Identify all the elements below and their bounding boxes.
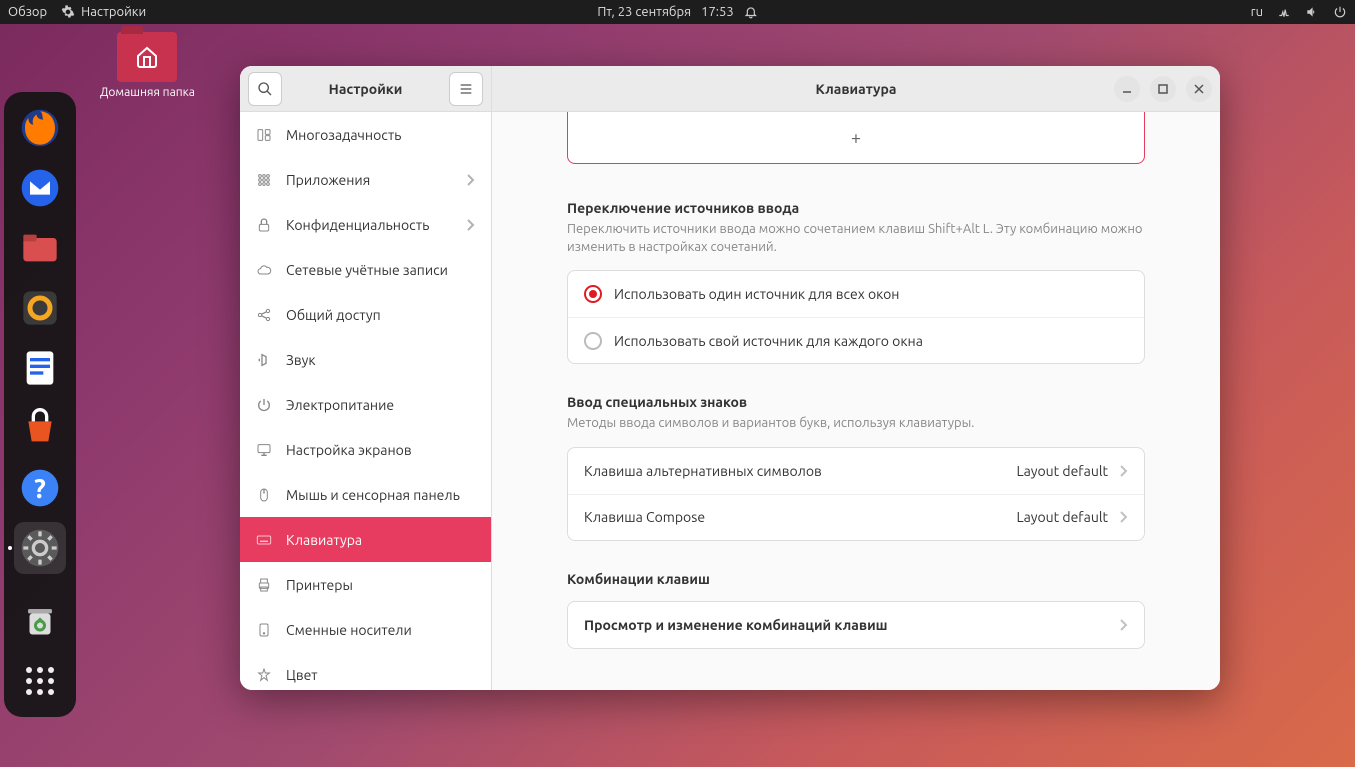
alternate-chars-row[interactable]: Клавиша альтернативных символов Layout d… [568,448,1144,494]
media-icon [256,622,272,638]
radio-icon [584,332,602,350]
dock-software[interactable] [14,402,66,454]
sidebar-item-mouse[interactable]: Мышь и сенсорная панель [240,472,491,517]
settings-icon [61,5,75,19]
keyboard-layout-indicator[interactable]: ru [1251,5,1263,19]
cloud-icon [256,262,272,278]
dock-libreoffice[interactable] [14,342,66,394]
app-menu-label: Настройки [81,5,146,19]
chevron-right-icon [1118,510,1128,524]
printer-icon [256,577,272,593]
sidebar-item-sound[interactable]: Звук [240,337,491,382]
sidebar-item-color[interactable]: Цвет [240,652,491,690]
top-panel: Обзор Настройки Пт, 23 сентября 17:53 ru [0,0,1355,24]
settings-window: Настройки МногозадачностьПриложенияКонфи… [240,66,1220,690]
app-menu[interactable]: Настройки [61,5,146,19]
dock-show-apps[interactable] [14,655,66,707]
dock-rhythmbox[interactable] [14,282,66,334]
sidebar-item-keyboard[interactable]: Клавиатура [240,517,491,562]
dock-firefox[interactable] [14,102,66,154]
radio-per-window[interactable]: Использовать свой источник для каждого о… [568,317,1144,363]
maximize-button[interactable] [1150,76,1176,102]
bell-icon [744,5,758,19]
sidebar-item-power[interactable]: Электропитание [240,382,491,427]
network-icon[interactable] [1277,5,1291,19]
color-icon [256,667,272,683]
multitask-icon [256,127,272,143]
dock-thunderbird[interactable] [14,162,66,214]
sound-icon [256,352,272,368]
display-icon [256,442,272,458]
minimize-button[interactable] [1114,76,1140,102]
close-button[interactable] [1186,76,1212,102]
chevron-right-icon [465,173,475,187]
view-shortcuts-row[interactable]: Просмотр и изменение комбинаций клавиш [568,602,1144,648]
input-switch-subtitle: Переключить источники ввода можно сочета… [567,220,1145,256]
radio-same-source[interactable]: Использовать один источник для всех окон [568,271,1144,317]
sidebar-item-media[interactable]: Сменные носители [240,607,491,652]
sidebar-item-apps[interactable]: Приложения [240,157,491,202]
chevron-right-icon [465,218,475,232]
add-input-source-button[interactable]: + [567,112,1145,164]
power-icon [256,397,272,413]
chevron-right-icon [1118,618,1128,632]
keyboard-icon [256,532,272,548]
power-icon[interactable] [1333,5,1347,19]
chevron-right-icon [1118,464,1128,478]
dock-trash[interactable] [14,595,66,647]
search-icon [257,81,273,97]
sidebar-item-display[interactable]: Настройка экранов [240,427,491,472]
sidebar-item-lock[interactable]: Конфиденциальность [240,202,491,247]
special-chars-subtitle: Методы ввода символов и вариантов букв, … [567,414,1145,432]
input-switch-heading: Переключение источников ввода [567,200,1145,216]
special-chars-heading: Ввод специальных знаков [567,394,1145,410]
lock-icon [256,217,272,233]
svg-text:?: ? [34,474,46,504]
volume-icon[interactable] [1305,5,1319,19]
home-folder-desktop[interactable]: Домашняя папка [100,32,195,99]
clock[interactable]: Пт, 23 сентября 17:53 [597,5,757,19]
search-button[interactable] [248,72,282,106]
radio-icon [584,285,602,303]
share-icon [256,307,272,323]
sidebar-item-cloud[interactable]: Сетевые учётные записи [240,247,491,292]
content-title: Клавиатура [816,81,897,97]
sidebar: Настройки МногозадачностьПриложенияКонфи… [240,66,492,690]
dock-files[interactable] [14,222,66,274]
shortcuts-heading: Комбинации клавиш [567,571,1145,587]
sidebar-item-printer[interactable]: Принтеры [240,562,491,607]
apps-icon [256,172,272,188]
mouse-icon [256,487,272,503]
sidebar-title: Настройки [290,81,441,97]
compose-key-row[interactable]: Клавиша Compose Layout default [568,494,1144,540]
dock: ? [4,92,76,717]
activities-button[interactable]: Обзор [8,5,47,19]
hamburger-button[interactable] [449,72,483,106]
hamburger-icon [458,81,474,97]
sidebar-item-multitask[interactable]: Многозадачность [240,112,491,157]
sidebar-item-share[interactable]: Общий доступ [240,292,491,337]
dock-settings[interactable] [14,522,66,574]
folder-icon [117,32,177,82]
dock-help[interactable]: ? [14,462,66,514]
